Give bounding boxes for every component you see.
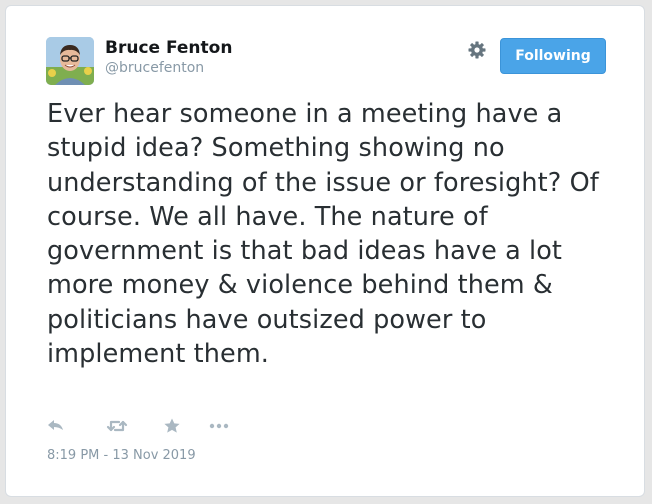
reply-icon[interactable] xyxy=(46,417,66,435)
avatar-photo xyxy=(46,37,94,85)
tweet-card: Bruce Fenton @brucefenton Following Ever… xyxy=(5,5,645,497)
tweet-actions xyxy=(46,415,230,437)
more-icon[interactable] xyxy=(208,417,230,435)
tweet-text: Ever hear someone in a meeting have a st… xyxy=(47,99,599,370)
tweet-timestamp[interactable]: 8:19 PM - 13 Nov 2019 xyxy=(47,448,196,463)
following-button[interactable]: Following xyxy=(500,38,606,74)
like-icon[interactable] xyxy=(162,417,182,435)
user-handle[interactable]: @brucefenton xyxy=(105,60,204,76)
gear-icon[interactable] xyxy=(467,40,487,60)
user-name[interactable]: Bruce Fenton xyxy=(105,38,232,58)
retweet-icon[interactable] xyxy=(106,417,128,435)
avatar[interactable] xyxy=(46,37,94,85)
